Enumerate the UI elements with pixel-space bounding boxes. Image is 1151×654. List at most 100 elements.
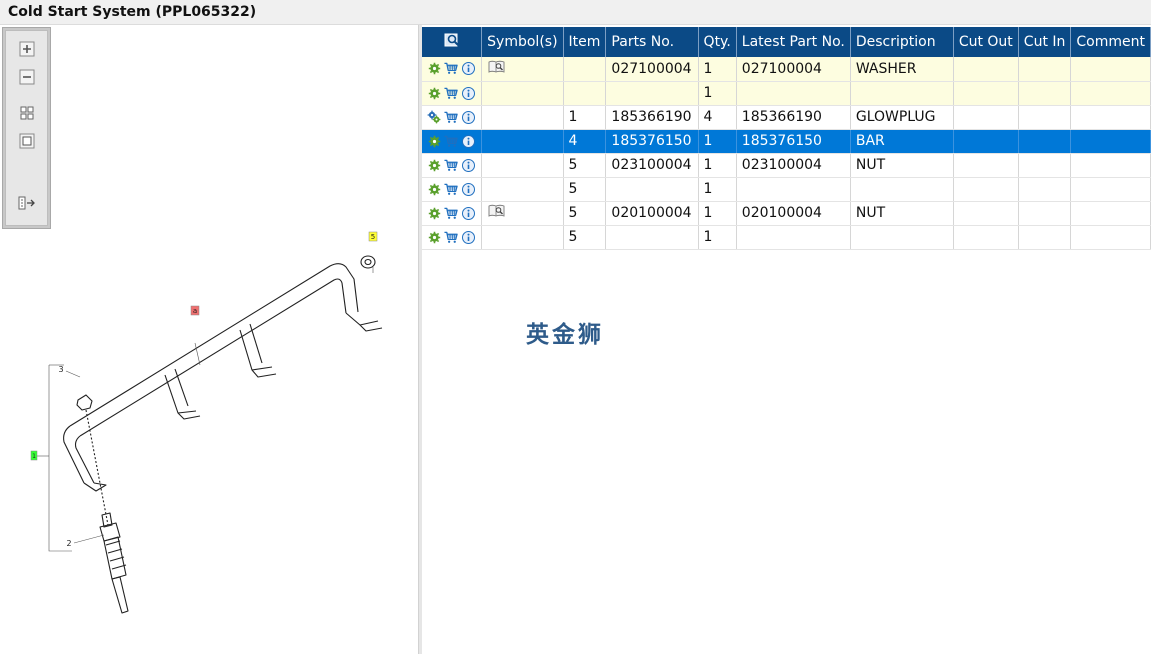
latest-part-no-cell: 027100004 bbox=[736, 57, 851, 82]
cut-in-cell bbox=[1018, 57, 1072, 82]
table-row[interactable]: 1 bbox=[422, 81, 1151, 106]
cart-icon[interactable] bbox=[444, 110, 458, 124]
gear-icon[interactable] bbox=[427, 158, 441, 172]
item-cell bbox=[563, 57, 607, 82]
symbol-cell[interactable] bbox=[481, 81, 564, 106]
column-header-symbols[interactable]: Symbol(s) bbox=[481, 27, 564, 57]
table-row[interactable]: 5 1 bbox=[422, 177, 1151, 202]
qty-cell: 4 bbox=[698, 105, 737, 130]
latest-part-no-cell bbox=[736, 225, 851, 250]
parts-no-cell: 185366190 bbox=[605, 105, 699, 130]
info-icon[interactable] bbox=[461, 110, 475, 124]
cart-icon[interactable] bbox=[444, 86, 458, 100]
gear-icon[interactable] bbox=[427, 110, 441, 124]
info-icon[interactable] bbox=[461, 230, 475, 244]
cart-icon[interactable] bbox=[444, 134, 458, 148]
table-header-row: Symbol(s) Item Parts No. Qty. Latest Par… bbox=[422, 27, 1151, 57]
cut-in-cell bbox=[1018, 225, 1072, 250]
column-header-item[interactable]: Item bbox=[563, 27, 607, 57]
parts-no-cell: 023100004 bbox=[605, 153, 699, 178]
column-header-latest-part-no[interactable]: Latest Part No. bbox=[736, 27, 851, 57]
callout-2-label[interactable]: 2 bbox=[66, 539, 71, 548]
table-row[interactable]: 5 1 bbox=[422, 225, 1151, 250]
info-icon[interactable] bbox=[461, 134, 475, 148]
description-cell bbox=[850, 81, 954, 106]
column-header-cut-in[interactable]: Cut In bbox=[1018, 27, 1072, 57]
gear-icon[interactable] bbox=[427, 182, 441, 196]
row-actions bbox=[422, 177, 483, 202]
fit-all-icon[interactable] bbox=[16, 103, 38, 123]
info-icon[interactable] bbox=[461, 86, 475, 100]
parts-no-cell: 185376150 bbox=[605, 129, 699, 154]
column-header-parts-no[interactable]: Parts No. bbox=[605, 27, 699, 57]
symbol-cell[interactable] bbox=[481, 153, 564, 178]
latest-part-no-cell: 185376150 bbox=[736, 129, 851, 154]
comment-cell bbox=[1070, 153, 1151, 178]
symbol-cell[interactable] bbox=[481, 225, 564, 250]
symbol-cell[interactable] bbox=[481, 201, 564, 226]
cut-in-cell bbox=[1018, 81, 1072, 106]
row-actions bbox=[422, 105, 483, 130]
info-icon[interactable] bbox=[461, 206, 475, 220]
info-icon[interactable] bbox=[461, 158, 475, 172]
table-row[interactable]: 5 023100004 1 023100004 NUT bbox=[422, 153, 1151, 178]
latest-part-no-cell bbox=[736, 177, 851, 202]
gear-icon[interactable] bbox=[427, 134, 441, 148]
cut-out-cell bbox=[953, 201, 1019, 226]
description-cell: NUT bbox=[850, 201, 954, 226]
zoom-out-icon[interactable] bbox=[16, 67, 38, 87]
row-actions bbox=[422, 201, 483, 226]
column-header-description[interactable]: Description bbox=[850, 27, 954, 57]
symbol-cell[interactable] bbox=[481, 177, 564, 202]
latest-part-no-cell bbox=[736, 81, 851, 106]
fit-page-icon[interactable] bbox=[16, 131, 38, 151]
cut-out-cell bbox=[953, 57, 1019, 82]
book-icon[interactable] bbox=[487, 60, 505, 74]
column-header-qty[interactable]: Qty. bbox=[698, 27, 737, 57]
gear-icon[interactable] bbox=[427, 62, 441, 76]
cart-icon[interactable] bbox=[444, 206, 458, 220]
cut-in-cell bbox=[1018, 153, 1072, 178]
parts-no-cell bbox=[605, 81, 699, 106]
diagram-pane[interactable]: 5 a 3 1 2 bbox=[0, 25, 418, 654]
export-icon[interactable] bbox=[16, 193, 38, 213]
search-icon[interactable] bbox=[444, 32, 460, 48]
cart-icon[interactable] bbox=[444, 158, 458, 172]
comment-cell bbox=[1070, 57, 1151, 82]
parts-no-cell bbox=[605, 177, 699, 202]
info-icon[interactable] bbox=[461, 182, 475, 196]
table-row[interactable]: 5 020100004 1 020100004 NUT bbox=[422, 201, 1151, 226]
symbol-cell[interactable] bbox=[481, 129, 564, 154]
latest-part-no-cell: 023100004 bbox=[736, 153, 851, 178]
cart-icon[interactable] bbox=[444, 62, 458, 76]
table-row[interactable]: 1 185366190 4 185366190 GLOWPLUG bbox=[422, 105, 1151, 130]
comment-cell bbox=[1070, 177, 1151, 202]
zoom-in-icon[interactable] bbox=[16, 39, 38, 59]
cart-icon[interactable] bbox=[444, 182, 458, 196]
column-header-comment[interactable]: Comment bbox=[1070, 27, 1151, 57]
latest-part-no-cell: 020100004 bbox=[736, 201, 851, 226]
comment-cell bbox=[1070, 201, 1151, 226]
info-icon[interactable] bbox=[461, 62, 475, 76]
callout-5-label: 5 bbox=[371, 233, 375, 241]
item-cell: 5 bbox=[563, 153, 607, 178]
description-cell bbox=[850, 225, 954, 250]
exploded-diagram[interactable]: 5 a 3 1 2 bbox=[0, 25, 418, 654]
table-row[interactable]: 027100004 1 027100004 WASHER bbox=[422, 57, 1151, 82]
cut-out-cell bbox=[953, 225, 1019, 250]
column-header-cut-out[interactable]: Cut Out bbox=[953, 27, 1019, 57]
description-cell: GLOWPLUG bbox=[850, 105, 954, 130]
gear-icon[interactable] bbox=[427, 86, 441, 100]
gear-icon[interactable] bbox=[427, 230, 441, 244]
table-row[interactable]: 4 185376150 1 185376150 BAR bbox=[422, 129, 1151, 154]
book-icon[interactable] bbox=[487, 204, 505, 218]
column-header-search[interactable] bbox=[422, 27, 483, 57]
gear-icon[interactable] bbox=[427, 206, 441, 220]
callout-3-label[interactable]: 3 bbox=[58, 365, 63, 374]
cart-icon[interactable] bbox=[444, 230, 458, 244]
symbol-cell[interactable] bbox=[481, 105, 564, 130]
cut-in-cell bbox=[1018, 177, 1072, 202]
parts-no-cell: 020100004 bbox=[605, 201, 699, 226]
symbol-cell[interactable] bbox=[481, 57, 564, 82]
description-cell: NUT bbox=[850, 153, 954, 178]
